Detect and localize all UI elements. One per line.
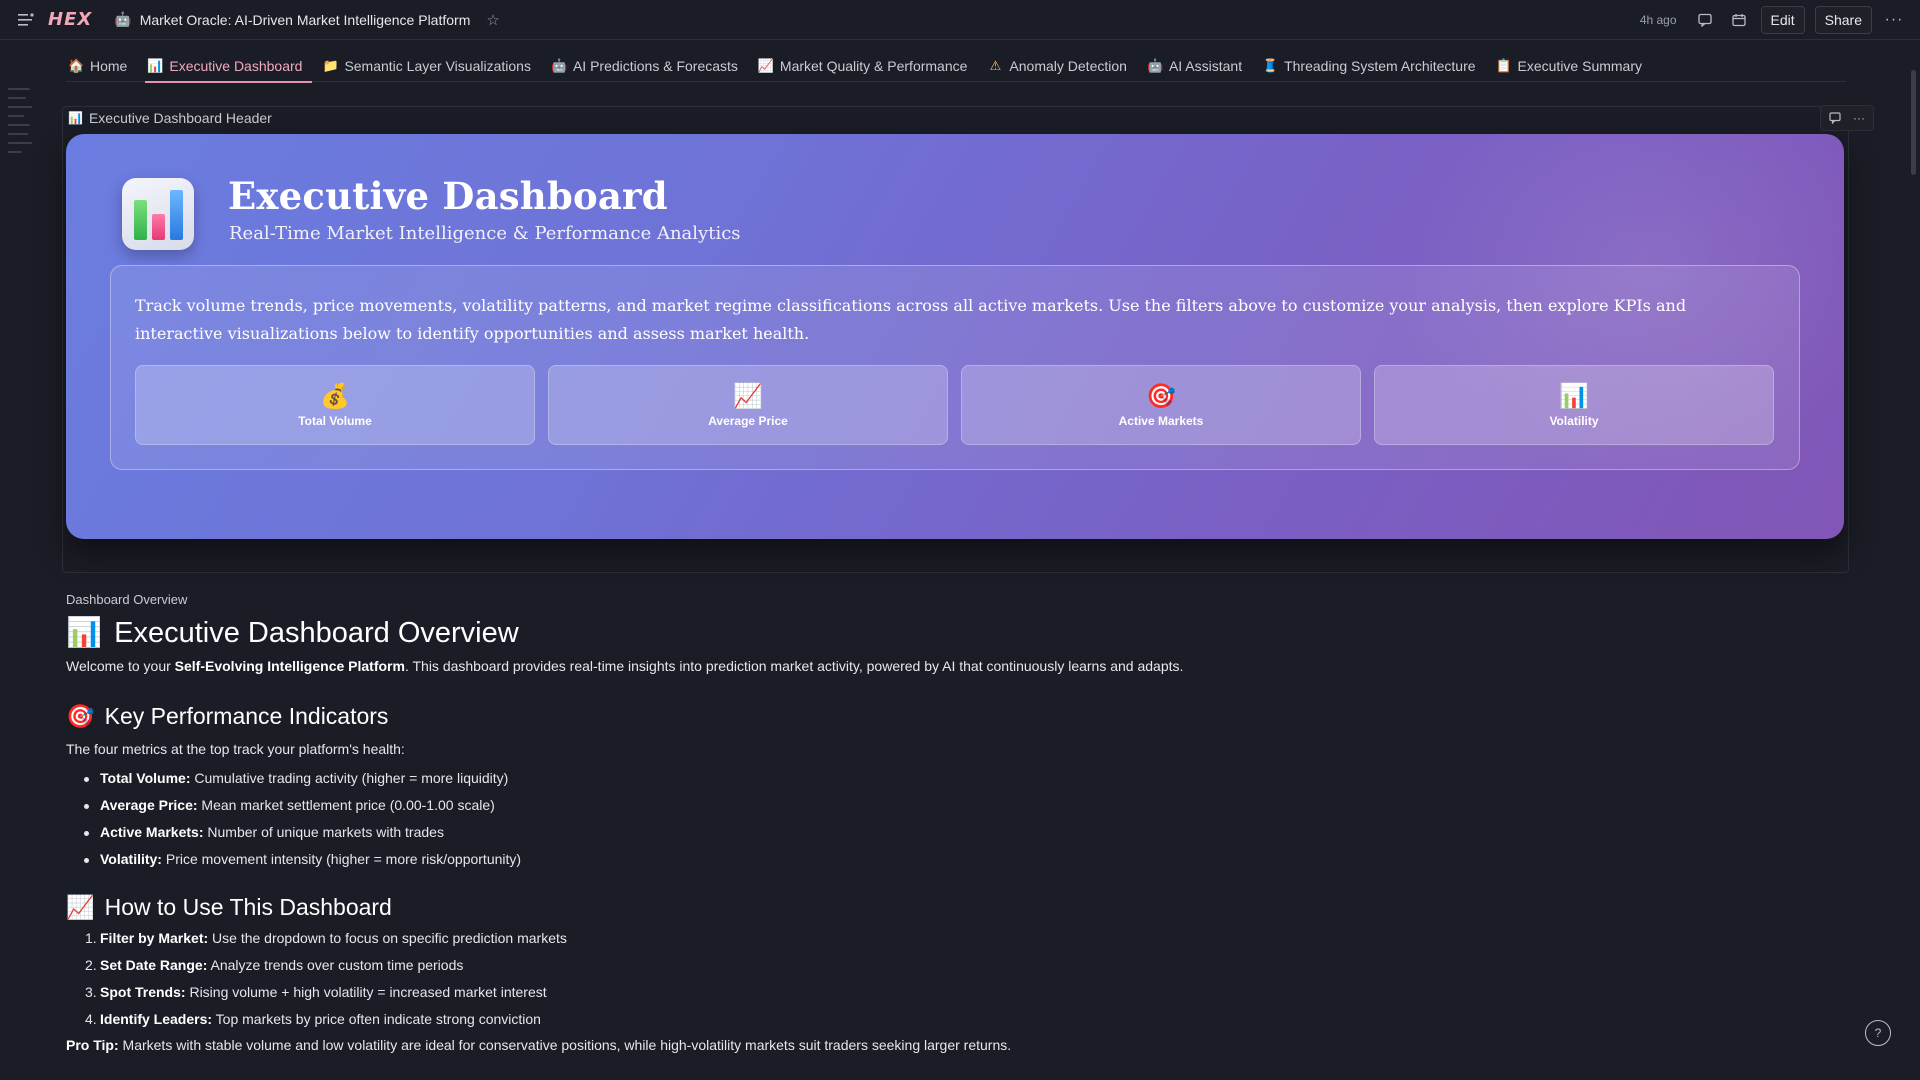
intro-paragraph: Welcome to your Self-Evolving Intelligen… <box>66 658 1184 674</box>
kpi-card-average-price[interactable]: 📈 Average Price <box>548 365 948 445</box>
list-item: 2. Set Date Range: Analyze trends over cu… <box>85 957 464 973</box>
scrollbar[interactable] <box>1911 70 1916 175</box>
robot-icon: 🤖 <box>550 58 568 73</box>
target-icon: 🎯 <box>1146 383 1176 410</box>
kpi-label: Average Price <box>708 414 788 428</box>
list-item: Total Volume: Cumulative trading activit… <box>66 765 1826 792</box>
kpi-row: 💰 Total Volume 📈 Average Price 🎯 Active … <box>135 365 1774 445</box>
line-chart-icon: 📈 <box>66 893 95 920</box>
line-chart-icon: 📈 <box>757 58 775 73</box>
tab-executive-dashboard[interactable]: 📊 Executive Dashboard <box>145 52 313 83</box>
tab-anomaly-detection[interactable]: ⚠ Anomaly Detection <box>985 52 1137 81</box>
star-icon[interactable]: ☆ <box>486 11 499 29</box>
tab-semantic-layer[interactable]: 📁 Semantic Layer Visualizations <box>320 52 541 81</box>
page-title: 📊 Executive Dashboard Overview <box>66 616 519 650</box>
project-title: 🤖 Market Oracle: AI-Driven Market Intell… <box>114 11 500 29</box>
bar-chart-icon: 📊 <box>68 111 83 125</box>
tab-ai-assistant[interactable]: 🤖 AI Assistant <box>1145 52 1252 81</box>
edit-button[interactable]: Edit <box>1760 5 1805 34</box>
line-chart-icon: 📈 <box>733 383 763 410</box>
bar-chart-icon <box>122 178 194 250</box>
cell-label: 📊 Executive Dashboard Header <box>68 110 272 126</box>
list-item: 4. Identify Leaders: Top markets by price… <box>85 1011 541 1027</box>
project-title-text: Market Oracle: AI-Driven Market Intellig… <box>139 11 471 28</box>
more-options-icon[interactable]: ··· <box>1882 11 1906 29</box>
dashboard-overview-cell: Dashboard Overview 📊 Executive Dashboard… <box>66 592 1826 1055</box>
warning-icon: ⚠ <box>989 58 1002 73</box>
cell-toolbar: ··· <box>1820 105 1874 131</box>
app-tabs: 🏠 Home 📊 Executive Dashboard 📁 Semantic Lay… <box>66 52 1846 83</box>
tab-home[interactable]: 🏠 Home <box>66 52 137 81</box>
thread-icon: 🧵 <box>1262 58 1279 73</box>
sidebar-toggle-icon[interactable] <box>14 8 38 32</box>
robot-icon: 🤖 <box>1146 58 1164 73</box>
clipboard-icon: 📋 <box>1495 58 1512 73</box>
tab-ai-predictions[interactable]: 🤖 AI Predictions & Forecasts <box>549 52 748 81</box>
help-icon[interactable]: ? <box>1865 1020 1891 1046</box>
kpi-card-total-volume[interactable]: 💰 Total Volume <box>135 365 535 445</box>
target-icon: 🎯 <box>66 702 95 729</box>
money-bag-icon: 💰 <box>320 383 350 410</box>
tab-threading-system[interactable]: 🧵 Threading System Architecture <box>1260 52 1485 81</box>
bar-chart-icon: 📊 <box>147 58 164 73</box>
top-bar: HEX 🤖 Market Oracle: AI-Driven Market In… <box>0 0 1920 40</box>
share-button[interactable]: Share <box>1814 5 1872 34</box>
bar-chart-icon: 📊 <box>66 617 103 649</box>
kpi-card-volatility[interactable]: 📊 Volatility <box>1374 365 1774 445</box>
hex-logo[interactable]: HEX <box>48 9 92 30</box>
tab-executive-summary[interactable]: 📋 Executive Summary <box>1494 52 1652 81</box>
hero-description: Track volume trends, price movements, vo… <box>135 296 1687 343</box>
list-item: Volatility: Price movement intensity (hi… <box>66 846 1826 873</box>
cell-label: Dashboard Overview <box>66 592 188 607</box>
list-item: Active Markets: Number of unique markets… <box>66 819 1826 846</box>
schedule-icon[interactable] <box>1727 8 1751 32</box>
comments-icon[interactable] <box>1693 8 1717 32</box>
bar-chart-icon: 📊 <box>1559 383 1589 410</box>
folder-icon: 📁 <box>322 58 339 73</box>
list-item: Average Price: Mean market settlement pr… <box>66 792 1826 819</box>
kpi-label: Volatility <box>1549 414 1599 428</box>
kpi-intro: The four metrics at the top track your p… <box>66 741 405 757</box>
kpi-label: Active Markets <box>1118 414 1204 428</box>
list-item: 3. Spot Trends: Rising volume + high vola… <box>85 984 547 1000</box>
kpi-card-active-markets[interactable]: 🎯 Active Markets <box>961 365 1361 445</box>
hero-panel: Track volume trends, price movements, vo… <box>110 265 1800 470</box>
hero-title: Executive Dashboard <box>228 174 668 218</box>
robot-icon: 🤖 <box>114 11 132 27</box>
last-updated-time: 4h ago <box>1639 12 1677 27</box>
kpi-list: Total Volume: Cumulative trading activit… <box>66 765 1826 873</box>
kpi-label: Total Volume <box>298 414 372 428</box>
howto-list: 1. Filter by Market: Use the dropdown to … <box>66 925 1826 1033</box>
list-item: 1. Filter by Market: Use the dropdown to … <box>85 930 567 946</box>
kpi-section-heading: 🎯 Key Performance Indicators <box>66 702 389 729</box>
outline-rail[interactable] <box>8 88 34 160</box>
executive-dashboard-hero: Executive Dashboard Real-Time Market Int… <box>66 134 1844 539</box>
comment-icon[interactable] <box>1825 108 1845 128</box>
cell-more-icon[interactable]: ··· <box>1849 108 1869 128</box>
howto-section-heading: 📈 How to Use This Dashboard <box>66 893 392 920</box>
home-icon: 🏠 <box>68 58 85 73</box>
tab-market-quality[interactable]: 📈 Market Quality & Performance <box>756 52 978 81</box>
hero-subtitle: Real-Time Market Intelligence & Performa… <box>229 223 741 244</box>
pro-tip: Pro Tip: Markets with stable volume and … <box>66 1037 1012 1053</box>
